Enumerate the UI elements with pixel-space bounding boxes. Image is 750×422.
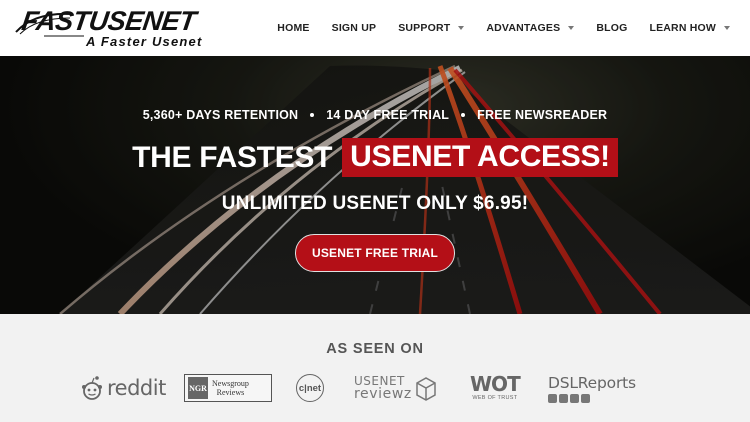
dsl-wordmark: DSLReports [548, 373, 636, 392]
wot-logo: WOT WEB OF TRUST [470, 370, 521, 406]
cube-box-icon [416, 377, 436, 401]
usenet-reviewz-text: USENET reviewz [354, 375, 412, 402]
social-icon [581, 393, 590, 403]
wot-subtitle: WEB OF TRUST [472, 395, 518, 401]
as-seen-on-title: AS SEEN ON [326, 341, 424, 357]
site-logo[interactable]: FASTUSENET A Faster Usenet [14, 6, 244, 50]
nav-learn-how[interactable]: LEARN HOW [649, 22, 730, 34]
reddit-wordmark: reddit [107, 376, 166, 400]
nav-sign-up-label: SIGN UP [331, 22, 377, 34]
features-strip: 5,360+ DAYS RETENTION 14 DAY FREE TRIAL … [0, 108, 750, 122]
chevron-down-icon [568, 26, 575, 30]
nav-blog-label: BLOG [596, 22, 628, 34]
social-icon [559, 393, 568, 403]
social-icon [570, 393, 579, 403]
logo-wordmark: FASTUSENET [19, 6, 198, 36]
nav-support[interactable]: SUPPORT [398, 22, 465, 34]
logo-tagline: A Faster Usenet [86, 34, 203, 49]
headline-prefix: THE FASTEST [132, 140, 333, 174]
wot-wrap: WOT WEB OF TRUST [470, 372, 521, 402]
hero-headline: THE FASTEST USENET ACCESS! [0, 138, 750, 177]
cnet-logo: c|net [296, 370, 324, 406]
free-trial-button[interactable]: USENET FREE TRIAL [295, 234, 455, 272]
dslreports-logo: DSLReports [548, 370, 636, 406]
hero-subhead: UNLIMITED USENET ONLY $6.95! [221, 193, 529, 214]
ngr-mark: NGR [188, 377, 208, 399]
wot-wordmark: WOT [470, 372, 521, 396]
feature-newsreader: FREE NEWSREADER [477, 108, 608, 122]
newsgroup-reviews-box: NGR Newsgroup Reviews [184, 374, 272, 402]
feature-retention: 5,360+ DAYS RETENTION [142, 108, 299, 122]
as-seen-on-section: AS SEEN ON reddit NGR Newsgroup Reviews [0, 314, 750, 422]
ngr-text: Newsgroup Reviews [212, 379, 249, 397]
ngr-line1: Newsgroup [212, 379, 249, 388]
chevron-down-icon [458, 26, 465, 30]
main-nav: HOME SIGN UP SUPPORT ADVANTAGES BLOG LEA… [255, 0, 730, 56]
headline-highlight: USENET ACCESS! [342, 138, 618, 177]
press-logos: reddit NGR Newsgroup Reviews c|net USENE… [0, 370, 750, 406]
reddit-alien-icon [82, 376, 102, 400]
cnet-circle: c|net [296, 374, 324, 402]
nav-blog[interactable]: BLOG [596, 22, 627, 34]
ngr-line2: Reviews [216, 388, 245, 397]
newsgroup-reviews-logo: NGR Newsgroup Reviews [184, 370, 272, 406]
nav-home[interactable]: HOME [277, 22, 309, 34]
feature-free-trial: 14 DAY FREE TRIAL [326, 108, 450, 122]
hero-content: 5,360+ DAYS RETENTION 14 DAY FREE TRIAL … [0, 56, 750, 314]
social-icon [548, 393, 557, 403]
bullet-icon [310, 113, 315, 117]
nav-support-label: SUPPORT [398, 22, 451, 34]
bullet-icon [461, 113, 466, 117]
nav-advantages-label: ADVANTAGES [486, 22, 561, 34]
logo-underline [44, 35, 84, 37]
usenet-reviewz-logo: USENET reviewz [354, 370, 438, 406]
chevron-down-icon [724, 26, 730, 30]
site-header: FASTUSENET A Faster Usenet HOME SIGN UP … [0, 0, 750, 56]
ur-line2: reviewz [354, 386, 412, 402]
hero-banner: 5,360+ DAYS RETENTION 14 DAY FREE TRIAL … [0, 56, 750, 314]
nav-home-label: HOME [277, 22, 310, 34]
nav-learn-how-label: LEARN HOW [649, 22, 716, 34]
nav-sign-up[interactable]: SIGN UP [332, 22, 377, 34]
dsl-social-icons [548, 393, 636, 403]
nav-advantages[interactable]: ADVANTAGES [486, 22, 575, 34]
dsl-wrap: DSLReports [548, 374, 636, 403]
reddit-logo: reddit [80, 370, 166, 406]
